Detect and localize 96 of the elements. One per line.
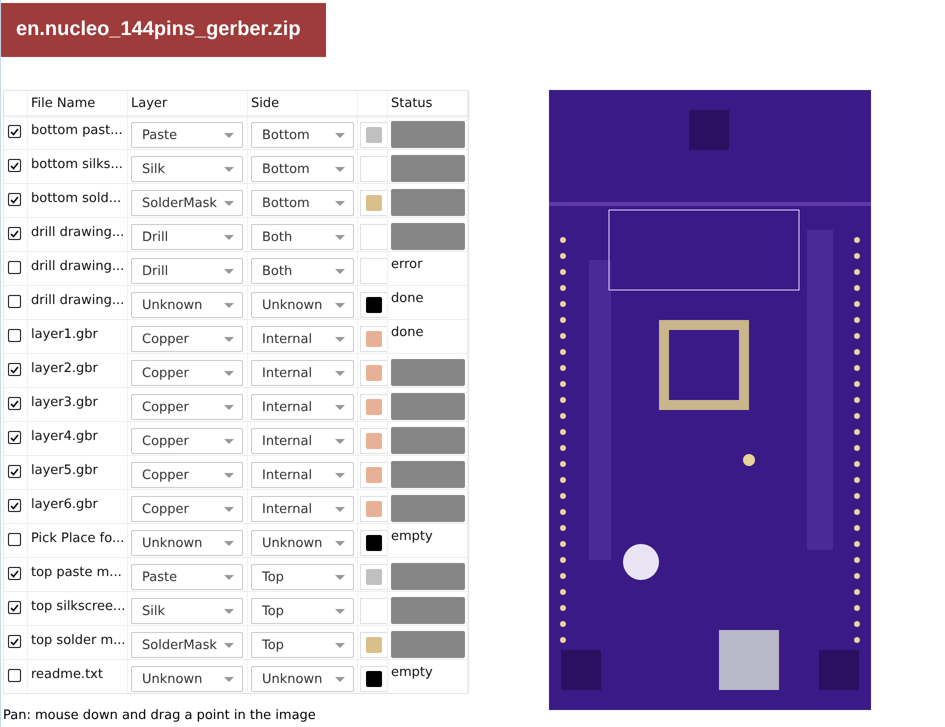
layer-dropdown[interactable]: Paste	[131, 122, 243, 148]
file-name: drill drawing...	[30, 224, 124, 240]
color-swatch[interactable]	[360, 190, 387, 216]
color-swatch[interactable]	[360, 530, 387, 556]
color-swatch[interactable]	[360, 564, 387, 590]
file-name: bottom sold...	[30, 190, 122, 206]
checkbox[interactable]	[8, 125, 21, 138]
color-swatch[interactable]	[360, 632, 387, 658]
layer-dropdown[interactable]: Copper	[131, 360, 243, 386]
color-swatch[interactable]	[360, 598, 387, 624]
checkbox[interactable]	[8, 329, 21, 342]
side-dropdown[interactable]: Internal	[251, 496, 354, 522]
layer-dropdown[interactable]: Silk	[131, 156, 243, 182]
color-swatch[interactable]	[360, 360, 387, 386]
side-dropdown[interactable]: Unknown	[251, 666, 354, 692]
side-dropdown[interactable]: Top	[251, 598, 354, 624]
side-dropdown[interactable]: Both	[251, 258, 354, 284]
status-text: done	[390, 324, 424, 340]
layer-dropdown[interactable]: Silk	[131, 598, 243, 624]
color-swatch[interactable]	[360, 326, 387, 352]
file-name: top solder m...	[30, 632, 126, 648]
side-dropdown[interactable]: Internal	[251, 326, 354, 352]
layer-dropdown[interactable]: Paste	[131, 564, 243, 590]
side-dropdown[interactable]: Bottom	[251, 156, 354, 182]
checkbox[interactable]	[8, 363, 21, 376]
status-text: done	[390, 290, 424, 306]
checkbox[interactable]	[8, 499, 21, 512]
checkbox[interactable]	[8, 465, 21, 478]
layer-dropdown[interactable]: SolderMask	[131, 632, 243, 658]
color-swatch[interactable]	[360, 156, 387, 182]
file-name: Pick Place fo...	[30, 530, 124, 546]
file-name: top silkscree...	[30, 598, 126, 614]
side-dropdown[interactable]: Both	[251, 224, 354, 250]
checkbox[interactable]	[8, 635, 21, 648]
column-header[interactable]: File Name	[31, 96, 96, 110]
layer-dropdown[interactable]: Copper	[131, 428, 243, 454]
column-header[interactable]: Side	[251, 96, 280, 110]
file-name: layer6.gbr	[30, 496, 98, 512]
file-name: bottom past...	[30, 122, 123, 138]
layer-dropdown[interactable]: SolderMask	[131, 190, 243, 216]
layer-dropdown[interactable]: Copper	[131, 394, 243, 420]
file-name: layer5.gbr	[30, 462, 98, 478]
side-dropdown[interactable]: Top	[251, 564, 354, 590]
layer-dropdown[interactable]: Unknown	[131, 530, 243, 556]
file-name: layer2.gbr	[30, 360, 98, 376]
color-swatch[interactable]	[360, 666, 387, 692]
color-swatch[interactable]	[360, 258, 387, 284]
checkbox[interactable]	[8, 567, 21, 580]
checkbox[interactable]	[8, 601, 21, 614]
side-dropdown[interactable]: Unknown	[251, 292, 354, 318]
column-header[interactable]: Layer	[131, 96, 168, 110]
archive-title: en.nucleo_144pins_gerber.zip	[1, 3, 326, 57]
side-dropdown[interactable]: Top	[251, 632, 354, 658]
file-name: layer3.gbr	[30, 394, 98, 410]
checkbox[interactable]	[8, 227, 21, 240]
side-dropdown[interactable]: Internal	[251, 462, 354, 488]
file-name: drill drawing...	[30, 292, 124, 308]
checkbox[interactable]	[8, 261, 21, 274]
color-swatch[interactable]	[360, 428, 387, 454]
color-swatch[interactable]	[360, 394, 387, 420]
checkbox[interactable]	[8, 295, 21, 308]
layer-dropdown[interactable]: Copper	[131, 496, 243, 522]
side-dropdown[interactable]: Bottom	[251, 122, 354, 148]
color-swatch[interactable]	[360, 292, 387, 318]
color-swatch[interactable]	[360, 462, 387, 488]
checkbox[interactable]	[8, 669, 21, 682]
checkbox[interactable]	[8, 431, 21, 444]
status-text: empty	[390, 528, 433, 544]
file-name: top paste m...	[30, 564, 122, 580]
layer-dropdown[interactable]: Copper	[131, 326, 243, 352]
file-name: layer4.gbr	[30, 428, 98, 444]
layer-dropdown[interactable]: Unknown	[131, 666, 243, 692]
file-name: bottom silks...	[30, 156, 123, 172]
side-dropdown[interactable]: Unknown	[251, 530, 354, 556]
status-text: empty	[390, 664, 433, 680]
checkbox[interactable]	[8, 159, 21, 172]
side-dropdown[interactable]: Internal	[251, 428, 354, 454]
color-swatch[interactable]	[360, 224, 387, 250]
help-text: Pan: mouse down and drag a point in the image	[3, 708, 317, 723]
color-swatch[interactable]	[360, 496, 387, 522]
side-dropdown[interactable]: Internal	[251, 394, 354, 420]
side-dropdown[interactable]: Internal	[251, 360, 354, 386]
layer-dropdown[interactable]: Copper	[131, 462, 243, 488]
file-name: readme.txt	[30, 666, 103, 682]
file-name: drill drawing...	[30, 258, 124, 274]
checkbox[interactable]	[8, 397, 21, 410]
status-text: error	[390, 256, 422, 272]
side-dropdown[interactable]: Bottom	[251, 190, 354, 216]
file-name: layer1.gbr	[30, 326, 98, 342]
layer-dropdown[interactable]: Drill	[131, 258, 243, 284]
color-swatch[interactable]	[360, 122, 387, 148]
checkbox[interactable]	[8, 193, 21, 206]
layer-dropdown[interactable]: Drill	[131, 224, 243, 250]
column-header[interactable]: Status	[391, 96, 432, 110]
checkbox[interactable]	[8, 533, 21, 546]
layer-dropdown[interactable]: Unknown	[131, 292, 243, 318]
